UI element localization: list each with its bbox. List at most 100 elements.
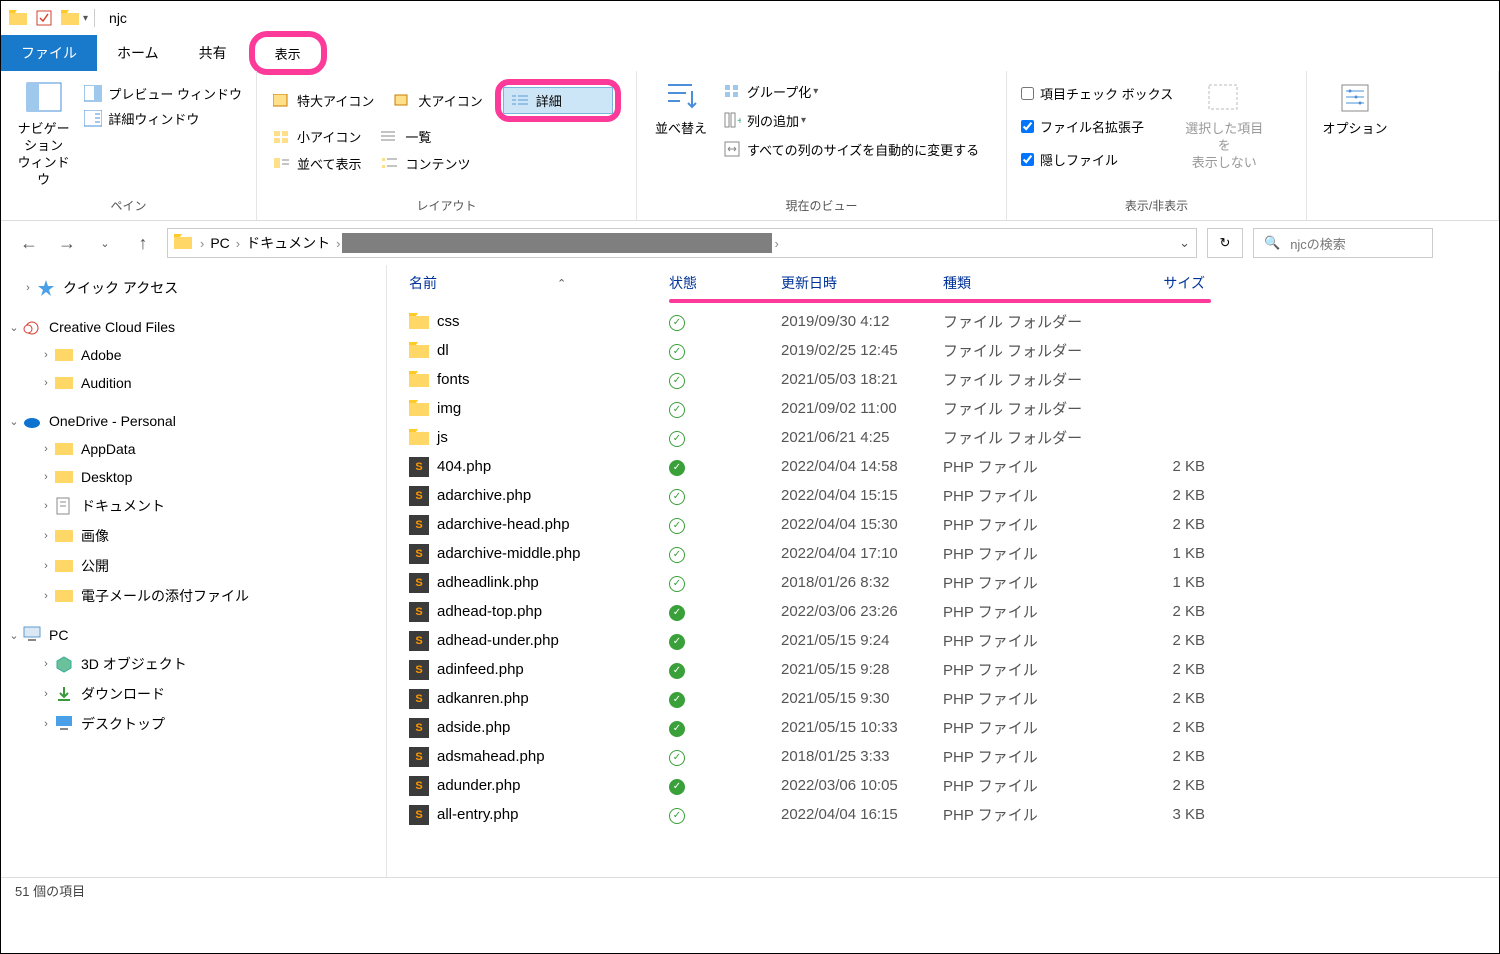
tree-pc[interactable]: ⌄PC	[1, 621, 386, 649]
autosize-columns-button[interactable]: すべての列のサイズを自動的に変更する	[717, 137, 985, 162]
tree-email-attachments[interactable]: ›電子メールの添付ファイル	[1, 581, 386, 611]
tab-share[interactable]: 共有	[179, 35, 247, 71]
preview-pane-button[interactable]: プレビュー ウィンドウ	[78, 81, 248, 106]
crumb-pc[interactable]: PC	[206, 235, 233, 251]
file-type: PHP ファイル	[943, 775, 1109, 796]
navigation-tree[interactable]: ›クイック アクセス ⌄Creative Cloud Files ›Adobe …	[1, 265, 387, 877]
tree-desktop-pc[interactable]: ›デスクトップ	[1, 709, 386, 739]
item-checkboxes-toggle[interactable]: 項目チェック ボックス	[1015, 81, 1179, 106]
save-icon[interactable]	[33, 7, 55, 29]
tree-adobe[interactable]: ›Adobe	[1, 341, 386, 369]
file-date: 2022/04/04 17:10	[781, 545, 943, 562]
file-row[interactable]: Sadarchive-head.php✓2022/04/04 15:30PHP …	[387, 510, 1499, 539]
tree-audition[interactable]: ›Audition	[1, 369, 386, 397]
tree-3d-objects[interactable]: ›3D オブジェクト	[1, 649, 386, 679]
tree-appdata[interactable]: ›AppData	[1, 435, 386, 463]
file-row[interactable]: Sadinfeed.php✓2021/05/15 9:28PHP ファイル2 K…	[387, 655, 1499, 684]
crumb-documents[interactable]: ドキュメント	[242, 233, 334, 253]
file-row[interactable]: Sadheadlink.php✓2018/01/26 8:32PHP ファイル1…	[387, 568, 1499, 597]
file-row[interactable]: Sadside.php✓2021/05/15 10:33PHP ファイル2 KB	[387, 713, 1499, 742]
file-name: adinfeed.php	[437, 661, 669, 678]
layout-small-icons[interactable]: 小アイコン	[265, 124, 369, 149]
path-dropdown[interactable]: ⌄	[1179, 235, 1190, 251]
file-date: 2022/04/04 16:15	[781, 806, 943, 823]
chevron-right-icon[interactable]: ›	[772, 236, 780, 251]
tree-public[interactable]: ›公開	[1, 551, 386, 581]
search-input[interactable]: 🔍 njcの検索	[1253, 228, 1433, 258]
layout-content[interactable]: コンテンツ	[373, 151, 478, 176]
file-row[interactable]: Sadunder.php✓2022/03/06 10:05PHP ファイル2 K…	[387, 771, 1499, 800]
layout-tiles[interactable]: 並べて表示	[265, 151, 369, 176]
sort-button[interactable]: 並べ替え	[645, 75, 717, 142]
file-type: PHP ファイル	[943, 485, 1109, 506]
file-row[interactable]: js✓2021/06/21 4:25ファイル フォルダー	[387, 423, 1499, 452]
file-row[interactable]: fonts✓2021/05/03 18:21ファイル フォルダー	[387, 365, 1499, 394]
options-button[interactable]: オプション	[1315, 75, 1395, 142]
col-status[interactable]: 状態	[669, 273, 781, 293]
hidden-files-toggle[interactable]: 隠しファイル	[1015, 147, 1179, 172]
address-bar: ← → ⌄ ↑ › PC › ドキュメント › › ⌄ ↻ 🔍 njcの検索	[1, 221, 1499, 265]
tree-downloads[interactable]: ›ダウンロード	[1, 679, 386, 709]
refresh-button[interactable]: ↻	[1207, 228, 1243, 258]
group-by-button[interactable]: グループ化 ▾	[717, 79, 985, 104]
layout-large-icons[interactable]: 大アイコン	[386, 79, 490, 122]
crumb-redacted[interactable]	[342, 233, 772, 253]
col-name[interactable]: 名前⌃	[409, 273, 669, 293]
file-name: adarchive.php	[437, 487, 669, 504]
file-date: 2021/05/03 18:21	[781, 371, 943, 388]
tab-file[interactable]: ファイル	[1, 35, 97, 71]
navigation-pane-button[interactable]: ナビゲーション ウィンドウ	[9, 75, 78, 193]
col-type[interactable]: 種類	[943, 273, 1109, 293]
tree-creative-cloud[interactable]: ⌄Creative Cloud Files	[1, 313, 386, 341]
file-status: ✓	[669, 776, 781, 795]
file-extensions-toggle[interactable]: ファイル名拡張子	[1015, 114, 1179, 139]
file-date: 2021/05/15 9:30	[781, 690, 943, 707]
file-row[interactable]: Sadarchive-middle.php✓2022/04/04 17:10PH…	[387, 539, 1499, 568]
file-type: PHP ファイル	[943, 746, 1109, 767]
layout-list[interactable]: 一覧	[373, 124, 439, 149]
status-available-icon: ✓	[669, 547, 685, 563]
file-row[interactable]: Sadhead-under.php✓2021/05/15 9:24PHP ファイ…	[387, 626, 1499, 655]
recent-dropdown[interactable]: ⌄	[91, 229, 119, 257]
file-name: all-entry.php	[437, 806, 669, 823]
tree-desktop[interactable]: ›Desktop	[1, 463, 386, 491]
tree-onedrive[interactable]: ⌄OneDrive - Personal	[1, 407, 386, 435]
chevron-right-icon[interactable]: ›	[234, 236, 242, 251]
file-row[interactable]: Sadarchive.php✓2022/04/04 15:15PHP ファイル2…	[387, 481, 1499, 510]
add-columns-button[interactable]: +列の追加 ▾	[717, 108, 985, 133]
tree-documents[interactable]: ›ドキュメント	[1, 491, 386, 521]
file-row[interactable]: Sadhead-top.php✓2022/03/06 23:26PHP ファイル…	[387, 597, 1499, 626]
file-row[interactable]: Sadsmahead.php✓2018/01/25 3:33PHP ファイル2 …	[387, 742, 1499, 771]
file-date: 2022/04/04 15:30	[781, 516, 943, 533]
file-size: 2 KB	[1109, 603, 1205, 620]
file-row[interactable]: dl✓2019/02/25 12:45ファイル フォルダー	[387, 336, 1499, 365]
file-row[interactable]: Sadkanren.php✓2021/05/15 9:30PHP ファイル2 K…	[387, 684, 1499, 713]
qat-dropdown[interactable]: ▾	[83, 13, 88, 24]
file-row[interactable]: img✓2021/09/02 11:00ファイル フォルダー	[387, 394, 1499, 423]
file-name: img	[437, 400, 669, 417]
status-synced-icon: ✓	[669, 634, 685, 650]
hide-selected-button[interactable]: 選択した項目を 表示しない	[1179, 75, 1269, 176]
col-size[interactable]: サイズ	[1109, 273, 1205, 293]
tree-pictures[interactable]: ›画像	[1, 521, 386, 551]
file-row[interactable]: css✓2019/09/30 4:12ファイル フォルダー	[387, 307, 1499, 336]
chevron-right-icon[interactable]: ›	[334, 236, 342, 251]
back-button[interactable]: ←	[15, 229, 43, 257]
forward-button[interactable]: →	[53, 229, 81, 257]
chevron-right-icon[interactable]: ›	[198, 236, 206, 251]
file-date: 2021/09/02 11:00	[781, 400, 943, 417]
layout-details[interactable]: 詳細	[503, 87, 613, 114]
file-row[interactable]: Sall-entry.php✓2022/04/04 16:15PHP ファイル3…	[387, 800, 1499, 829]
status-synced-icon: ✓	[669, 692, 685, 708]
details-pane-button[interactable]: 詳細ウィンドウ	[78, 106, 248, 131]
tab-view[interactable]: 表示	[275, 44, 301, 63]
layout-xl-icons[interactable]: 特大アイコン	[265, 79, 382, 122]
tree-quick-access[interactable]: ›クイック アクセス	[1, 273, 386, 303]
tab-home[interactable]: ホーム	[97, 35, 179, 71]
col-date[interactable]: 更新日時	[781, 273, 943, 293]
path-box[interactable]: › PC › ドキュメント › › ⌄	[167, 228, 1197, 258]
file-type: PHP ファイル	[943, 630, 1109, 651]
file-row[interactable]: S404.php✓2022/04/04 14:58PHP ファイル2 KB	[387, 452, 1499, 481]
window-title: njc	[109, 10, 127, 26]
up-button[interactable]: ↑	[129, 229, 157, 257]
